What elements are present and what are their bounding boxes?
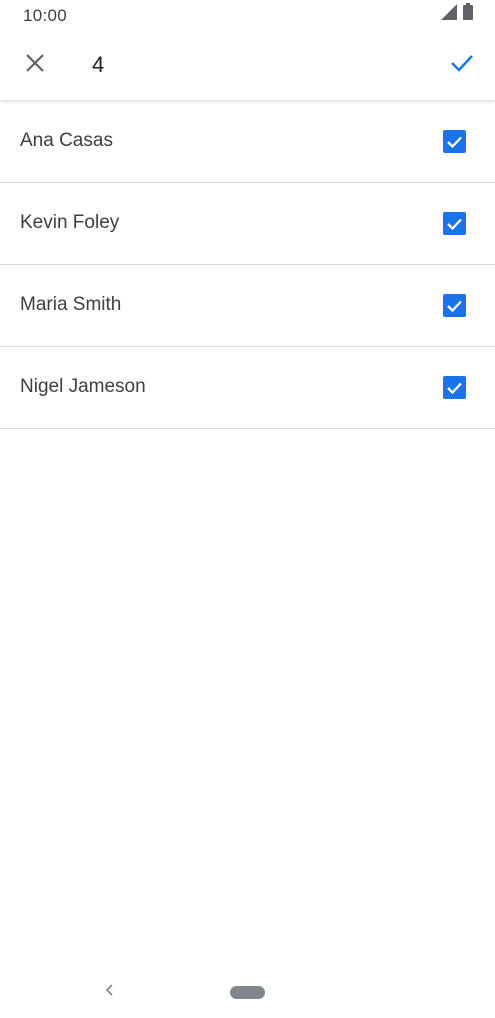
- contact-row[interactable]: Kevin Foley: [0, 183, 495, 265]
- check-icon: [450, 53, 474, 78]
- contact-checkbox[interactable]: [443, 130, 466, 153]
- status-icons: [441, 3, 473, 25]
- contact-name: Kevin Foley: [20, 212, 120, 233]
- close-icon: [25, 53, 45, 78]
- checkmark-icon: [447, 382, 462, 394]
- contact-list: Ana Casas Kevin Foley Maria Smith Nigel …: [0, 101, 495, 429]
- confirm-button[interactable]: [441, 44, 483, 86]
- contact-checkbox[interactable]: [443, 376, 466, 399]
- battery-icon: [463, 3, 473, 25]
- contact-row[interactable]: Nigel Jameson: [0, 347, 495, 429]
- checkmark-icon: [447, 218, 462, 230]
- checkmark-icon: [447, 300, 462, 312]
- contact-checkbox[interactable]: [443, 212, 466, 235]
- app-bar: 4: [0, 32, 495, 100]
- checkmark-icon: [447, 136, 462, 148]
- selected-count: 4: [92, 52, 105, 77]
- close-button[interactable]: [14, 44, 56, 86]
- contact-name: Nigel Jameson: [20, 376, 146, 397]
- back-button[interactable]: [100, 982, 120, 1002]
- status-bar: 10:00: [0, 0, 495, 32]
- contact-checkbox[interactable]: [443, 294, 466, 317]
- home-pill-icon[interactable]: [230, 986, 265, 999]
- back-chevron-icon: [105, 983, 115, 1002]
- contact-name: Ana Casas: [20, 130, 113, 151]
- contact-selection-screen: 10:00 4 Ana Casas Kevin Foley Maria Smit…: [0, 0, 495, 1018]
- navigation-bar: [0, 962, 495, 1018]
- status-time: 10:00: [23, 6, 68, 25]
- signal-icon: [441, 4, 457, 25]
- contact-row[interactable]: Maria Smith: [0, 265, 495, 347]
- contact-row[interactable]: Ana Casas: [0, 101, 495, 183]
- contact-name: Maria Smith: [20, 294, 122, 315]
